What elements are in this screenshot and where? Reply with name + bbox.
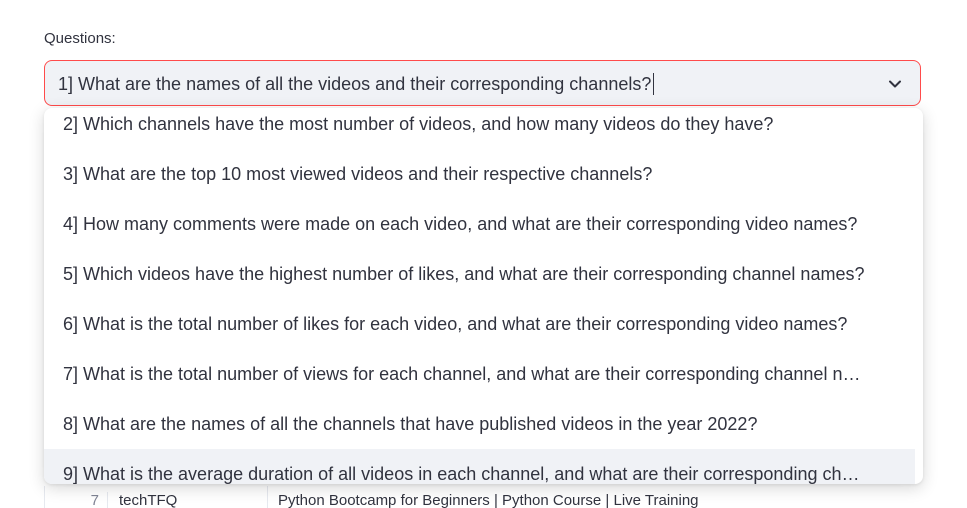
table-row: 7 techTFQ Python Bootcamp for Beginners …: [44, 486, 922, 508]
channel-cell: techTFQ: [119, 492, 178, 508]
column-divider: [267, 486, 268, 508]
chevron-down-icon[interactable]: [888, 77, 902, 91]
option-item[interactable]: 4] How many comments were made on each v…: [44, 207, 915, 257]
app-page: Questions: 7 techTFQ Python Bootcamp for…: [0, 0, 967, 508]
option-item[interactable]: 2] Which channels have the most number o…: [44, 108, 915, 157]
select-dropdown-menu[interactable]: 2] Which channels have the most number o…: [44, 108, 923, 484]
questions-select[interactable]: 1] What are the names of all the videos …: [44, 60, 921, 106]
select-value[interactable]: 1] What are the names of all the videos …: [58, 73, 655, 95]
option-item[interactable]: 3] What are the top 10 most viewed video…: [44, 157, 915, 207]
video-cell: Python Bootcamp for Beginners | Python C…: [278, 492, 699, 508]
option-item[interactable]: 6] What is the total number of likes for…: [44, 307, 915, 357]
row-index: 7: [45, 492, 108, 508]
option-item[interactable]: 7] What is the total number of views for…: [44, 357, 915, 407]
questions-label: Questions:: [44, 30, 116, 47]
option-item-highlighted[interactable]: 9] What is the average duration of all v…: [44, 449, 915, 484]
text-caret: [653, 73, 655, 95]
option-item[interactable]: 5] Which videos have the highest number …: [44, 257, 915, 307]
select-value-text: 1] What are the names of all the videos …: [58, 74, 652, 94]
dropdown-scrollbar[interactable]: [916, 112, 921, 480]
